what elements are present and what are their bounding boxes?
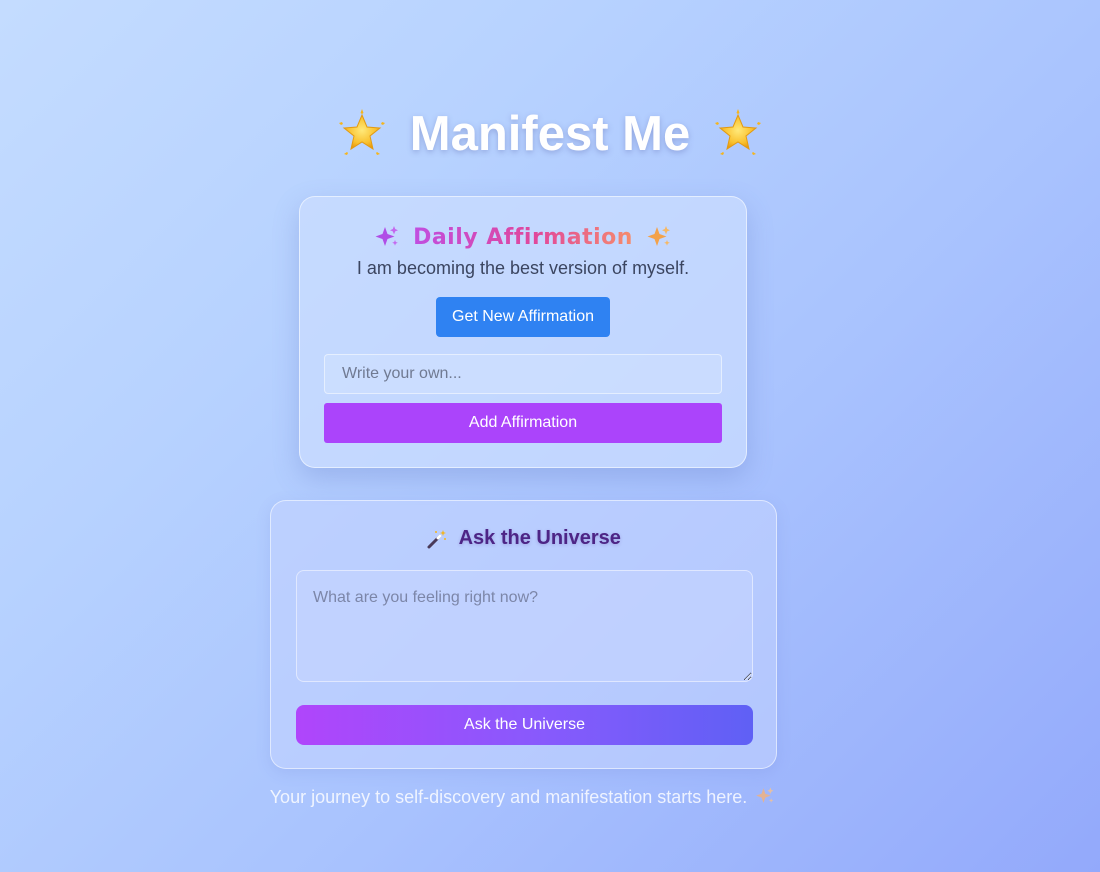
universe-heading-row: Ask the Universe [271, 527, 776, 550]
affirmation-text: I am becoming the best version of myself… [356, 258, 690, 278]
footer-text: Your journey to self-discovery and manif… [269, 787, 748, 807]
affirmation-heading: Daily Affirmation [413, 224, 633, 250]
sparkles-icon [375, 226, 398, 246]
app-page: Manifest Me Daily Affirmation I am becom… [0, 0, 1100, 872]
add-affirmation-button[interactable]: Add Affirmation [324, 403, 722, 443]
affirmation-heading-row: Daily Affirmation [300, 224, 746, 250]
sparkles-icon [756, 787, 774, 804]
glowing-star-icon [339, 109, 386, 155]
magic-wand-icon [427, 529, 447, 548]
get-new-affirmation-button[interactable]: Get New Affirmation [436, 297, 610, 337]
affirmation-card: Daily Affirmation I am becoming the best… [299, 196, 747, 468]
custom-affirmation-input[interactable] [324, 354, 722, 394]
sparkles-icon [647, 226, 671, 246]
title-row: Manifest Me [0, 107, 1100, 164]
ask-universe-card: Ask the Universe Ask the Universe [270, 500, 777, 769]
app-title: Manifest Me [409, 107, 691, 161]
universe-heading: Ask the Universe [458, 527, 621, 549]
ask-universe-button[interactable]: Ask the Universe [296, 705, 753, 745]
glowing-star-icon [714, 109, 761, 155]
feeling-textarea[interactable] [296, 570, 753, 682]
footer: Your journey to self-discovery and manif… [0, 787, 1045, 808]
